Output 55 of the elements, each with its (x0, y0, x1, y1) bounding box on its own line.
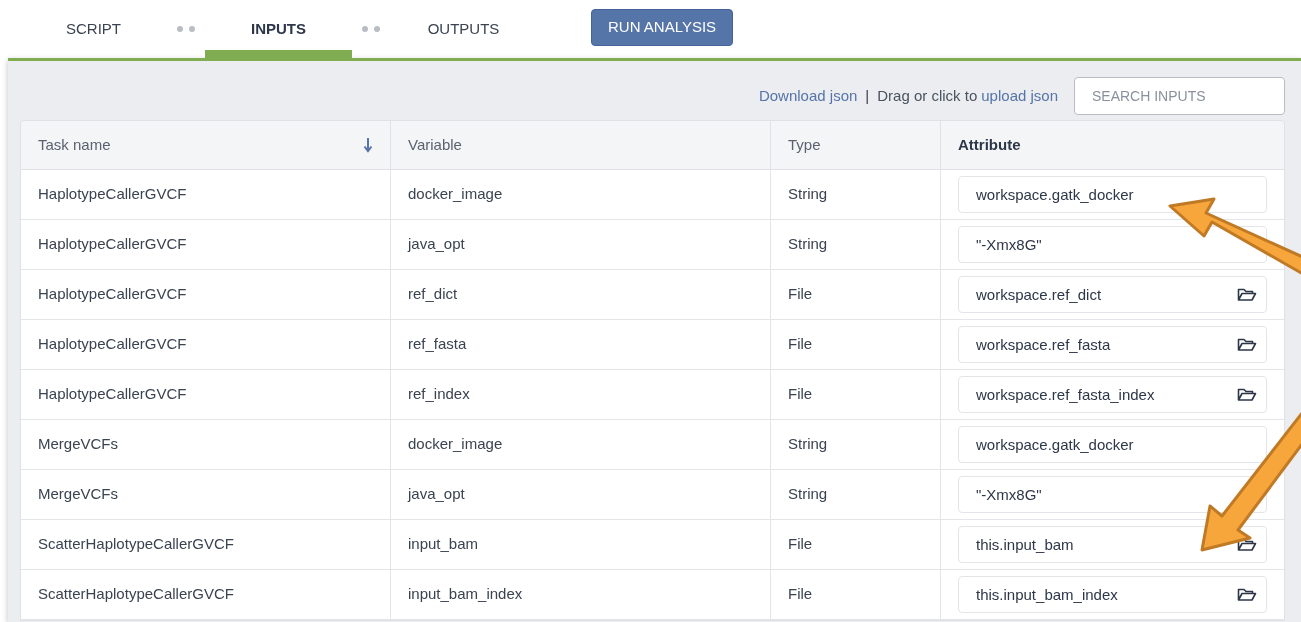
search-field[interactable]: SEARCH INPUTS (1074, 77, 1285, 115)
tab[interactable]: OUTPUTS (390, 0, 537, 58)
attribute-field[interactable]: workspace.ref_dict (958, 276, 1267, 313)
table-cell-text: File (788, 534, 813, 555)
separator: | (865, 85, 870, 106)
table-cell-text: ref_index (408, 384, 470, 405)
table-cell-text: HaplotypeCallerGVCF (38, 284, 187, 305)
folder-open-icon[interactable] (1237, 287, 1257, 302)
attribute-field[interactable]: "-Xmx8G" (958, 226, 1267, 263)
table-cell-text: HaplotypeCallerGVCF (38, 384, 187, 405)
column-header[interactable]: Task name (38, 133, 111, 157)
table-cell-text: input_bam (408, 534, 479, 555)
table-cell-text: String (788, 184, 828, 205)
attribute-field[interactable]: this.input_bam (958, 526, 1267, 563)
dots-icon (362, 26, 380, 32)
table-cell-text: HaplotypeCallerGVCF (38, 184, 187, 205)
folder-open-icon[interactable] (1237, 337, 1257, 352)
column-header[interactable]: Attribute (958, 133, 1021, 157)
run-analysis-button[interactable]: RUN ANALYSIS (591, 9, 734, 46)
table-cell-text: File (788, 284, 813, 305)
table-cell-text: ref_dict (408, 284, 458, 305)
table-cell-text: docker_image (408, 184, 503, 205)
table-cell-text: ScatterHaplotypeCallerGVCF (38, 534, 234, 555)
attribute-field[interactable]: "-Xmx8G" (958, 476, 1267, 513)
folder-open-icon[interactable] (1237, 387, 1257, 402)
table-cell-text: MergeVCFs (38, 434, 119, 455)
folder-open-icon[interactable] (1237, 587, 1257, 602)
table-cell-text: File (788, 384, 813, 405)
attribute-field[interactable]: workspace.ref_fasta_index (958, 376, 1267, 413)
tab[interactable]: SCRIPT (20, 0, 167, 58)
table-cell-text: HaplotypeCallerGVCF (38, 334, 187, 355)
column-header[interactable]: Type (788, 133, 821, 157)
dots-icon (177, 26, 195, 32)
attribute-field[interactable]: workspace.gatk_docker (958, 176, 1267, 213)
table-cell-text: File (788, 584, 813, 605)
table-cell-text: String (788, 234, 828, 255)
attribute-field[interactable]: this.input_bam_index (958, 576, 1267, 613)
column-header[interactable]: Variable (408, 133, 462, 157)
table-cell-text: ref_fasta (408, 334, 467, 355)
table-cell-text: docker_image (408, 434, 503, 455)
table-cell-text: java_opt (408, 484, 465, 505)
attribute-field[interactable]: workspace.ref_fasta (958, 326, 1267, 363)
table-cell-text: File (788, 334, 813, 355)
table-cell-text: input_bam_index (408, 584, 523, 605)
upload-json-link[interactable]: upload json (981, 84, 1058, 108)
table-cell-text: java_opt (408, 234, 465, 255)
download-json-link[interactable]: Download json (758, 84, 858, 108)
attribute-field[interactable]: workspace.gatk_docker (958, 426, 1267, 463)
table-cell-text: MergeVCFs (38, 484, 119, 505)
table-cell-text: String (788, 434, 828, 455)
table-cell-text: ScatterHaplotypeCallerGVCF (38, 584, 234, 605)
upload-hint: Drag or click to (877, 85, 978, 106)
sort-down-icon[interactable] (363, 137, 373, 153)
table-cell-text: HaplotypeCallerGVCF (38, 234, 187, 255)
table-cell-text: String (788, 484, 828, 505)
